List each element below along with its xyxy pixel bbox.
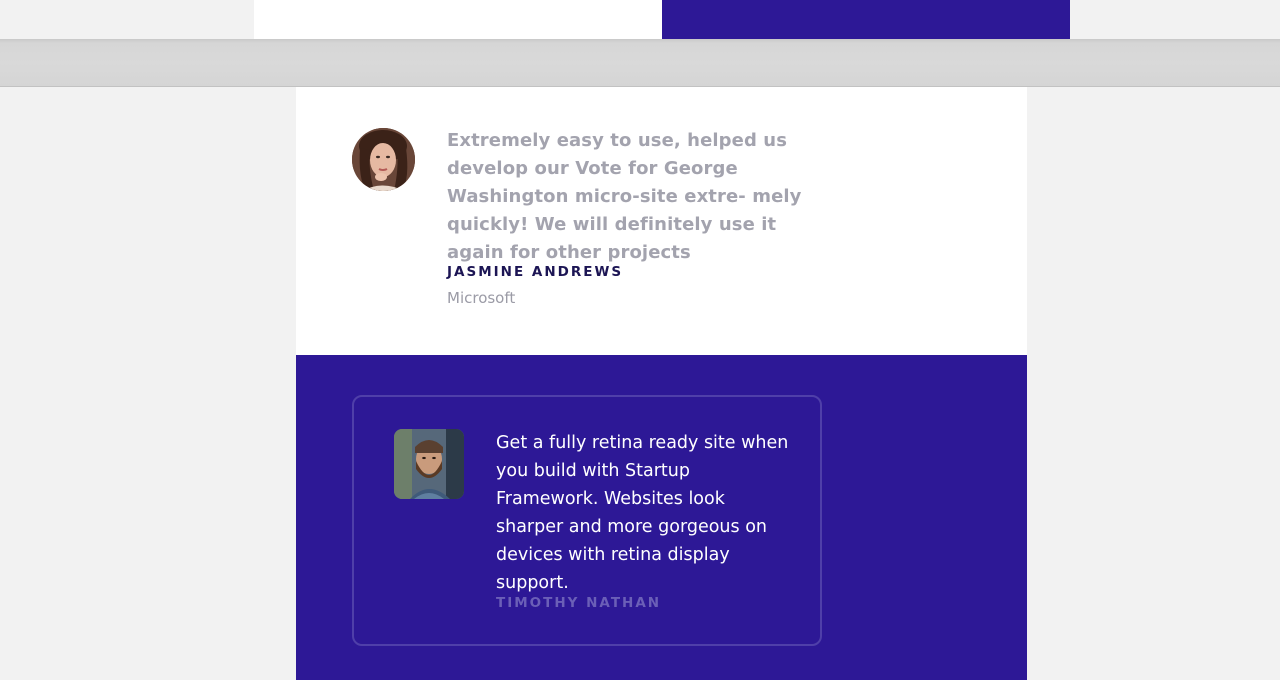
previous-section-strip bbox=[0, 0, 1280, 39]
testimonial-quote: Get a fully retina ready site when you b… bbox=[496, 433, 789, 593]
bearded-man-portrait-avatar bbox=[394, 429, 464, 499]
previous-purple-block bbox=[662, 0, 1070, 39]
testimonial-author-name: TIMOTHY NATHAN bbox=[496, 595, 662, 611]
section-divider bbox=[0, 39, 1280, 87]
testimonial-quote: Extremely easy to use, helped us develop… bbox=[447, 130, 802, 263]
testimonial-card: Get a fully retina ready site when you b… bbox=[352, 395, 822, 646]
woman-portrait-avatar bbox=[352, 128, 415, 191]
testimonial-dark-panel: Get a fully retina ready site when you b… bbox=[296, 355, 1027, 680]
testimonial-author-name: JASMINE ANDREWS bbox=[447, 264, 624, 280]
testimonial-author-company: Microsoft bbox=[447, 289, 516, 307]
previous-white-block bbox=[254, 0, 662, 39]
testimonial-light-panel: Extremely easy to use, helped us develop… bbox=[296, 87, 1027, 355]
